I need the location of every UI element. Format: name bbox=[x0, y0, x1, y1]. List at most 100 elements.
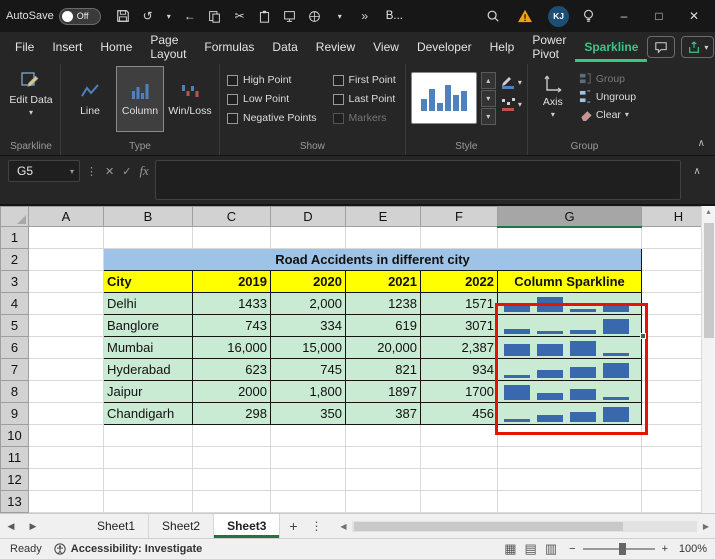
cell-E11[interactable] bbox=[345, 446, 421, 469]
collapse-ribbon-icon[interactable]: ∧ bbox=[698, 138, 705, 149]
menu-tab-developer[interactable]: Developer bbox=[408, 32, 481, 62]
header-cell-C3[interactable]: 2019 bbox=[192, 270, 271, 293]
header-cell-D3[interactable]: 2020 bbox=[270, 270, 346, 293]
cell-E12[interactable] bbox=[345, 468, 421, 491]
sparkline-cell-G8[interactable] bbox=[497, 380, 642, 403]
menu-tab-view[interactable]: View bbox=[364, 32, 408, 62]
cell-F12[interactable] bbox=[420, 468, 498, 491]
cell-F9[interactable]: 456 bbox=[420, 402, 498, 425]
cell-D10[interactable] bbox=[270, 424, 346, 447]
header-cell-B3[interactable]: City bbox=[103, 270, 193, 293]
header-cell-F3[interactable]: 2022 bbox=[420, 270, 498, 293]
low-point-checkbox-box[interactable] bbox=[227, 93, 238, 105]
undo-chevron-icon[interactable]: ▾ bbox=[165, 8, 173, 24]
row-header-6[interactable]: 6 bbox=[0, 336, 29, 359]
row-header-12[interactable]: 12 bbox=[0, 468, 29, 491]
sheet-tab-sheet3[interactable]: Sheet3 bbox=[214, 514, 281, 538]
style-gallery[interactable] bbox=[410, 72, 477, 124]
cell-E10[interactable] bbox=[345, 424, 421, 447]
row-header-3[interactable]: 3 bbox=[0, 270, 29, 293]
row-header-2[interactable]: 2 bbox=[0, 248, 29, 271]
minimize-button[interactable]: – bbox=[613, 9, 635, 23]
select-all-corner[interactable] bbox=[0, 206, 29, 227]
close-button[interactable]: ✕ bbox=[683, 9, 705, 23]
row-header-13[interactable]: 13 bbox=[0, 490, 29, 513]
fill-handle[interactable] bbox=[640, 333, 646, 339]
cell-A1[interactable] bbox=[28, 226, 104, 249]
zoom-slider-thumb[interactable] bbox=[618, 543, 626, 555]
cell-C13[interactable] bbox=[192, 490, 271, 513]
sheet-nav-right-icon[interactable]: ▶ bbox=[22, 514, 44, 538]
checkbox-low-point[interactable]: Low Point bbox=[227, 93, 317, 105]
cell-D11[interactable] bbox=[270, 446, 346, 469]
row-header-10[interactable]: 10 bbox=[0, 424, 29, 447]
cell-A4[interactable] bbox=[28, 292, 104, 315]
cell-B7[interactable]: Hyderabad bbox=[103, 358, 193, 381]
menu-tab-data[interactable]: Data bbox=[263, 32, 306, 62]
menu-tab-power-pivot[interactable]: Power Pivot bbox=[523, 32, 575, 62]
cell-B11[interactable] bbox=[103, 446, 193, 469]
header-cell-E3[interactable]: 2021 bbox=[345, 270, 421, 293]
avatar[interactable]: KJ bbox=[548, 5, 569, 27]
last-point-checkbox-box[interactable] bbox=[332, 93, 344, 105]
cell-E8[interactable]: 1897 bbox=[345, 380, 421, 403]
sheet-tabs-more-icon[interactable]: ⋮ bbox=[306, 514, 326, 538]
header-cell-G3[interactable]: Column Sparkline bbox=[497, 270, 642, 293]
cell-A10[interactable] bbox=[28, 424, 104, 447]
back-icon[interactable]: ← bbox=[182, 8, 198, 24]
expand-formula-bar-icon[interactable]: ∧ bbox=[687, 160, 707, 182]
table-title-cell[interactable]: Road Accidents in different city bbox=[103, 248, 642, 271]
share-button[interactable]: ▾ bbox=[681, 36, 715, 58]
cell-F10[interactable] bbox=[420, 424, 498, 447]
horizontal-scrollbar[interactable]: ◀ ▶ bbox=[334, 514, 715, 538]
cell-A11[interactable] bbox=[28, 446, 104, 469]
cell-C8[interactable]: 2000 bbox=[192, 380, 271, 403]
cell-F4[interactable]: 1571 bbox=[420, 292, 498, 315]
checkbox-negative-points[interactable]: Negative Points bbox=[227, 112, 317, 124]
cell-A7[interactable] bbox=[28, 358, 104, 381]
zoom-slider[interactable] bbox=[582, 543, 655, 555]
cell-B9[interactable]: Chandigarh bbox=[103, 402, 193, 425]
menu-tab-page-layout[interactable]: Page Layout bbox=[141, 32, 195, 62]
checkbox-first-point[interactable]: First Point bbox=[332, 74, 396, 86]
sparkline-cell-G4[interactable] bbox=[497, 292, 642, 315]
cell-C1[interactable] bbox=[192, 226, 271, 249]
marker-color-button[interactable]: ▾ bbox=[500, 96, 522, 112]
cell-D5[interactable]: 334 bbox=[270, 314, 346, 337]
page-break-view-icon[interactable]: ▥ bbox=[545, 541, 557, 557]
cell-C11[interactable] bbox=[192, 446, 271, 469]
autosave-toggle[interactable]: AutoSave Off bbox=[6, 7, 101, 25]
row-header-11[interactable]: 11 bbox=[0, 446, 29, 469]
page-layout-view-icon[interactable]: ▤ bbox=[525, 541, 537, 557]
cell-B4[interactable]: Delhi bbox=[103, 292, 193, 315]
cell-G12[interactable] bbox=[497, 468, 642, 491]
cell-F1[interactable] bbox=[420, 226, 498, 249]
sparkline-cell-G5[interactable] bbox=[497, 314, 642, 337]
menu-tab-review[interactable]: Review bbox=[307, 32, 364, 62]
menu-tab-insert[interactable]: Insert bbox=[43, 32, 91, 62]
ideas-bulb-icon[interactable] bbox=[582, 9, 600, 23]
cell-G1[interactable] bbox=[497, 226, 642, 249]
cell-C5[interactable]: 743 bbox=[192, 314, 271, 337]
cell-E1[interactable] bbox=[345, 226, 421, 249]
sparkline-cell-G6[interactable] bbox=[497, 336, 642, 359]
cell-E4[interactable]: 1238 bbox=[345, 292, 421, 315]
insert-function-icon[interactable]: fx bbox=[139, 163, 148, 179]
type-button-win-loss[interactable]: Win/Loss bbox=[166, 66, 214, 132]
cell-F6[interactable]: 2,387 bbox=[420, 336, 498, 359]
row-header-8[interactable]: 8 bbox=[0, 380, 29, 403]
hscroll-track[interactable] bbox=[352, 520, 697, 532]
warning-icon[interactable] bbox=[517, 9, 535, 23]
normal-view-icon[interactable]: ▦ bbox=[504, 541, 516, 557]
cell-D9[interactable]: 350 bbox=[270, 402, 346, 425]
cell-D6[interactable]: 15,000 bbox=[270, 336, 346, 359]
save-icon[interactable] bbox=[115, 8, 131, 24]
formula-input[interactable] bbox=[154, 160, 681, 200]
sparkline-cell-G9[interactable] bbox=[497, 402, 642, 425]
cell-E6[interactable]: 20,000 bbox=[345, 336, 421, 359]
hscroll-right-icon[interactable]: ▶ bbox=[699, 522, 713, 531]
row-header-1[interactable]: 1 bbox=[0, 226, 29, 249]
menu-tab-sparkline[interactable]: Sparkline bbox=[575, 32, 647, 62]
cell-A12[interactable] bbox=[28, 468, 104, 491]
column-header-C[interactable]: C bbox=[192, 206, 271, 227]
